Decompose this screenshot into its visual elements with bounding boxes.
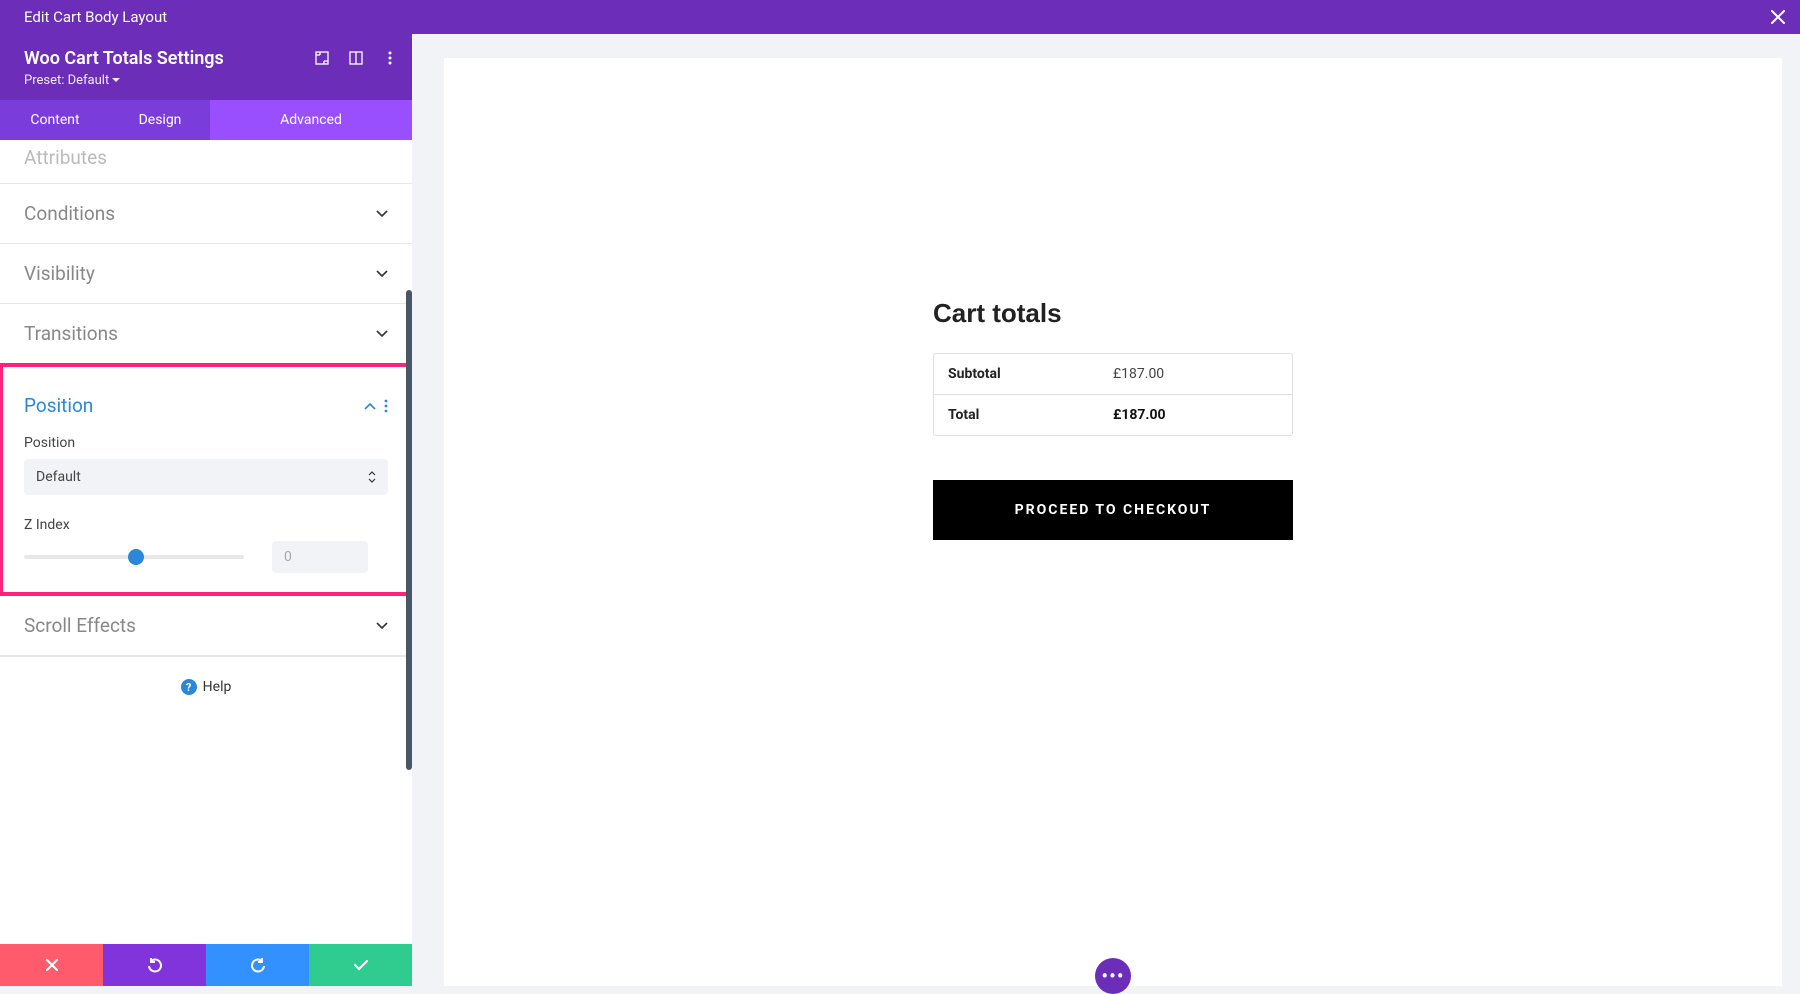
- kebab-menu-icon[interactable]: [382, 50, 398, 66]
- fab-more-button[interactable]: •••: [1095, 958, 1131, 994]
- chevron-down-icon: [376, 330, 388, 338]
- save-button[interactable]: [309, 944, 412, 986]
- select-value: Default: [36, 469, 81, 485]
- close-icon[interactable]: [1770, 9, 1786, 25]
- modal-title: Edit Cart Body Layout: [24, 8, 167, 26]
- section-label: Transitions: [24, 322, 118, 345]
- section-label: Visibility: [24, 262, 95, 285]
- section-transitions[interactable]: Transitions: [0, 304, 412, 363]
- zindex-field-label: Z Index: [24, 517, 388, 533]
- subtotal-value: £187.00: [1113, 366, 1278, 382]
- total-value: £187.00: [1113, 407, 1278, 423]
- table-row: Total £187.00: [934, 395, 1292, 435]
- section-label: Attributes: [24, 146, 107, 169]
- scrollbar-thumb[interactable]: [406, 290, 412, 770]
- chevron-down-icon: [376, 270, 388, 278]
- subtotal-label: Subtotal: [948, 366, 1113, 382]
- cart-totals-heading: Cart totals: [933, 298, 1293, 329]
- slider-thumb[interactable]: [128, 549, 144, 565]
- table-row: Subtotal £187.00: [934, 354, 1292, 395]
- preset-selector[interactable]: Preset: Default: [24, 73, 388, 88]
- chevron-up-icon: [364, 402, 376, 410]
- zindex-slider[interactable]: [24, 545, 244, 569]
- chevron-down-icon: [376, 210, 388, 218]
- section-label: Conditions: [24, 202, 115, 225]
- help-icon: ?: [181, 679, 197, 695]
- preset-label: Preset: Default: [24, 73, 109, 88]
- position-field-label: Position: [24, 435, 388, 451]
- section-visibility[interactable]: Visibility: [0, 244, 412, 303]
- undo-button[interactable]: [103, 944, 206, 986]
- position-select[interactable]: Default: [24, 459, 388, 495]
- select-caret-icon: [368, 471, 376, 483]
- tab-advanced[interactable]: Advanced: [210, 100, 412, 140]
- section-attributes[interactable]: Attributes: [0, 140, 412, 183]
- cancel-button[interactable]: [0, 944, 103, 986]
- section-label: Scroll Effects: [24, 614, 136, 637]
- expand-icon[interactable]: [314, 50, 330, 66]
- redo-button[interactable]: [206, 944, 309, 986]
- kebab-menu-icon[interactable]: [384, 399, 388, 413]
- responsive-icon[interactable]: [348, 50, 364, 66]
- zindex-input[interactable]: [272, 541, 368, 573]
- tab-design[interactable]: Design: [110, 100, 210, 140]
- cart-totals-table: Subtotal £187.00 Total £187.00: [933, 353, 1293, 436]
- section-label: Position: [24, 394, 93, 417]
- section-position[interactable]: Position: [0, 364, 412, 435]
- total-label: Total: [948, 407, 1113, 423]
- section-conditions[interactable]: Conditions: [0, 184, 412, 243]
- help-label: Help: [203, 679, 232, 695]
- section-scroll-effects[interactable]: Scroll Effects: [0, 596, 412, 655]
- proceed-to-checkout-button[interactable]: PROCEED TO CHECKOUT: [933, 480, 1293, 540]
- chevron-down-icon: [376, 622, 388, 630]
- help-link[interactable]: ? Help: [0, 656, 412, 717]
- tab-content[interactable]: Content: [0, 100, 110, 140]
